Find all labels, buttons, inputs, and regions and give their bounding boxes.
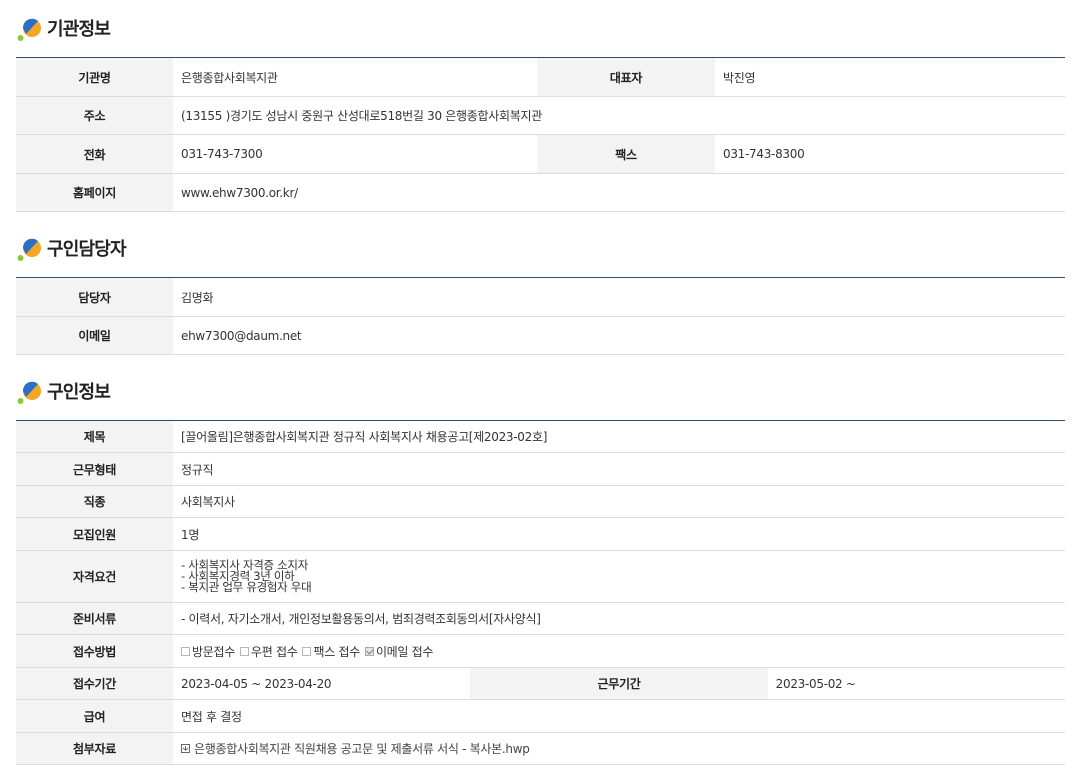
- attachment-filename: 은행종합사회복지관 직원채용 공고문 및 제출서류 서식 - 복사본.hwp: [194, 742, 530, 756]
- table-row: 직종 사회복지사: [16, 485, 1065, 518]
- requirements-label: 자격요건: [16, 550, 173, 603]
- table-row: 홈페이지 www.ehw7300.or.kr/: [16, 173, 1065, 212]
- apply-method-email: 이메일 접수: [364, 643, 434, 660]
- apply-method-fax: 팩스 접수: [302, 643, 360, 660]
- apply-method-mail: 우편 접수: [239, 643, 298, 660]
- section-title-org: 기관정보: [47, 19, 111, 40]
- org-info-table: 기관명 은행종합사회복지관 대표자 박진영 주소 (13155 )경기도 성남시…: [16, 57, 1065, 212]
- work-type-value: 정규직: [173, 452, 1065, 486]
- checkbox-mail: [239, 646, 249, 656]
- table-row: 담당자 김명화: [16, 277, 1065, 317]
- work-period-label: 근무기간: [470, 667, 768, 700]
- requirement-line: - 복지관 업무 유경험자 우대: [181, 580, 312, 594]
- headcount-value: 1명: [173, 517, 1065, 551]
- job-posting-detail: 기관정보 기관명 은행종합사회복지관 대표자 박진영 주소 (13155 )경기…: [0, 0, 1086, 769]
- contact-person-value: 김명화: [173, 277, 1065, 317]
- apply-method-visit: 방문접수: [181, 643, 235, 660]
- apply-period-label: 접수기간: [16, 667, 173, 700]
- work-type-label: 근무형태: [16, 452, 173, 486]
- table-row: 기관명 은행종합사회복지관 대표자 박진영: [16, 57, 1065, 97]
- apply-method-visit-label: 방문접수: [192, 644, 235, 659]
- representative-label: 대표자: [537, 57, 715, 97]
- table-row: 주소 (13155 )경기도 성남시 중원구 산성대로518번길 30 은행종합…: [16, 96, 1065, 135]
- table-row: 제목 [끌어올림]은행종합사회복지관 정규직 사회복지사 채용공고[제2023-…: [16, 420, 1065, 453]
- salary-label: 급여: [16, 699, 173, 733]
- requirement-line: - 사회복지사 자격증 소지자: [181, 558, 308, 572]
- apply-method-label: 접수방법: [16, 634, 173, 668]
- job-category-label: 직종: [16, 485, 173, 518]
- job-category-value: 사회복지사: [173, 485, 1065, 518]
- salary-value: 면접 후 결정: [173, 699, 1065, 733]
- table-row: 모집인원 1명: [16, 517, 1065, 551]
- org-name-value: 은행종합사회복지관: [173, 57, 537, 97]
- table-row: 첨부자료 은행종합사회복지관 직원채용 공고문 및 제출서류 서식 - 복사본.…: [16, 732, 1065, 765]
- section-header-org: 기관정보: [16, 13, 111, 43]
- apply-method-fax-label: 팩스 접수: [313, 644, 360, 659]
- address-label: 주소: [16, 96, 173, 135]
- work-period-value: 2023-05-02 ~: [767, 667, 1065, 700]
- section-title-job: 구인정보: [47, 382, 111, 403]
- homepage-value: www.ehw7300.or.kr/: [173, 173, 1065, 212]
- table-row: 전화 031-743-7300 팩스 031-743-8300: [16, 134, 1065, 174]
- phone-label: 전화: [16, 134, 173, 174]
- address-value: (13155 )경기도 성남시 중원구 산성대로518번길 30 은행종합사회복…: [173, 96, 1065, 135]
- table-row: 자격요건 - 사회복지사 자격증 소지자 - 사회복지경력 3년 이하 - 복지…: [16, 550, 1065, 603]
- documents-value: - 이력서, 자기소개서, 개인정보활용동의서, 범죄경력조회동의서[자사양식]: [173, 602, 1065, 635]
- contact-info-table: 담당자 김명화 이메일 ehw7300@daum.net: [16, 277, 1065, 355]
- table-row: 준비서류 - 이력서, 자기소개서, 개인정보활용동의서, 범죄경력조회동의서[…: [16, 602, 1065, 635]
- documents-label: 준비서류: [16, 602, 173, 635]
- attachment-label: 첨부자료: [16, 732, 173, 765]
- table-row: 근무형태 정규직: [16, 452, 1065, 486]
- section-header-job: 구인정보: [16, 376, 111, 406]
- file-attachment-icon: [181, 744, 190, 753]
- section-title-contact: 구인담당자: [47, 239, 127, 260]
- table-row: 접수기간 2023-04-05 ~ 2023-04-20 근무기간 2023-0…: [16, 667, 1065, 700]
- job-info-table: 제목 [끌어올림]은행종합사회복지관 정규직 사회복지사 채용공고[제2023-…: [16, 420, 1065, 765]
- table-row: 이메일 ehw7300@daum.net: [16, 316, 1065, 355]
- section-header-contact: 구인담당자: [16, 233, 127, 263]
- representative-value: 박진영: [715, 57, 1065, 97]
- contact-person-label: 담당자: [16, 277, 173, 317]
- section-logo-icon: [17, 18, 41, 41]
- email-value: ehw7300@daum.net: [173, 316, 1065, 355]
- org-name-label: 기관명: [16, 57, 173, 97]
- apply-method-email-label: 이메일 접수: [375, 644, 434, 659]
- table-row: 급여 면접 후 결정: [16, 699, 1065, 733]
- checkbox-visit: [181, 646, 190, 656]
- requirement-line: - 사회복지경력 3년 이하: [181, 569, 295, 583]
- fax-label: 팩스: [537, 134, 715, 174]
- section-logo-icon: [17, 238, 41, 261]
- attachment-cell: 은행종합사회복지관 직원채용 공고문 및 제출서류 서식 - 복사본.hwp: [173, 732, 1065, 765]
- subject-label: 제목: [16, 420, 173, 453]
- headcount-label: 모집인원: [16, 517, 173, 551]
- checkbox-fax: [302, 646, 312, 656]
- section-logo-icon: [17, 381, 41, 404]
- requirements-value: - 사회복지사 자격증 소지자 - 사회복지경력 3년 이하 - 복지관 업무 …: [173, 550, 1065, 603]
- email-label: 이메일: [16, 316, 173, 355]
- checkbox-email: [364, 646, 374, 656]
- subject-value: [끌어올림]은행종합사회복지관 정규직 사회복지사 채용공고[제2023-02호…: [173, 420, 1065, 453]
- table-row: 접수방법 방문접수 우편 접수 팩스 접수 이메일 접수: [16, 634, 1065, 668]
- apply-method-mail-label: 우편 접수: [250, 644, 298, 659]
- attachment-link[interactable]: 은행종합사회복지관 직원채용 공고문 및 제출서류 서식 - 복사본.hwp: [181, 740, 530, 757]
- fax-value: 031-743-8300: [715, 134, 1065, 174]
- apply-method-options: 방문접수 우편 접수 팩스 접수 이메일 접수: [173, 634, 1065, 668]
- phone-value: 031-743-7300: [173, 134, 537, 174]
- apply-period-value: 2023-04-05 ~ 2023-04-20: [173, 667, 471, 700]
- homepage-label: 홈페이지: [16, 173, 173, 212]
